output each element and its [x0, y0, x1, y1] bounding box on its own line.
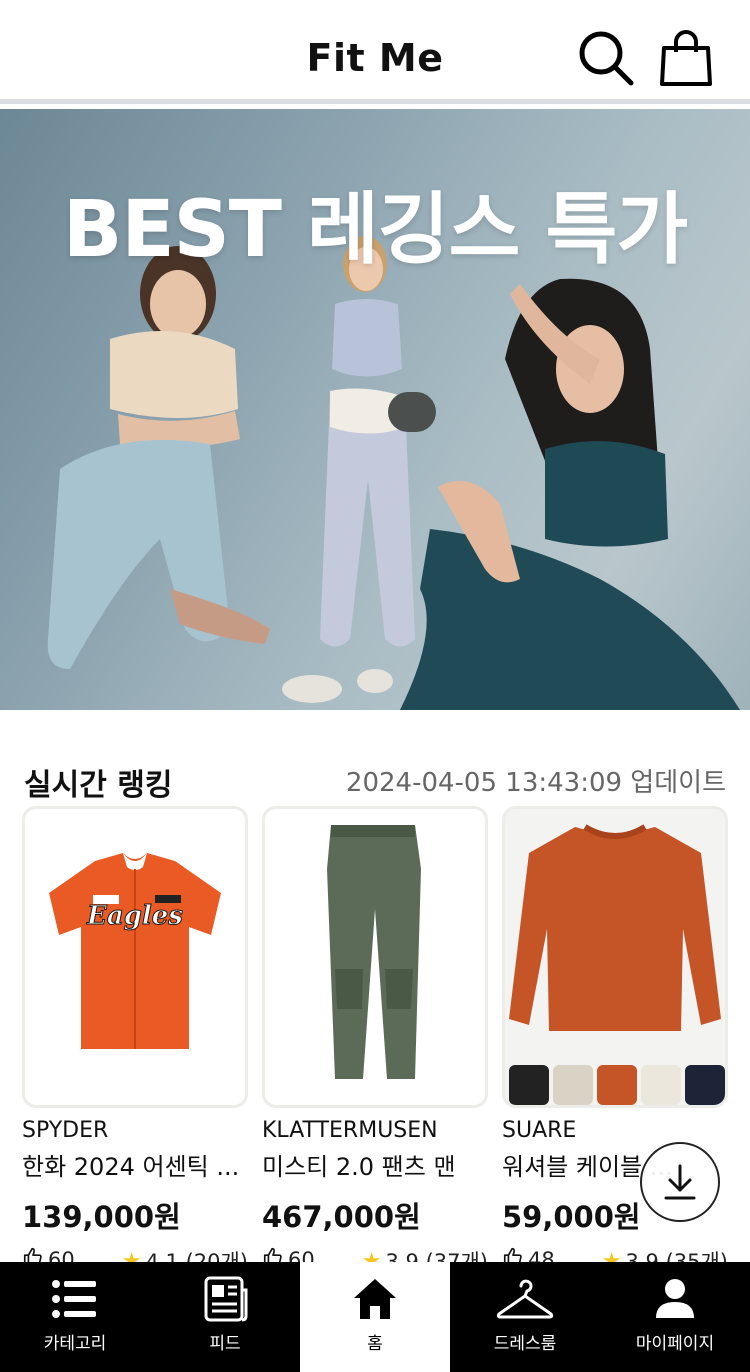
home-icon — [354, 1279, 396, 1319]
ranking-header: 실시간 랭킹 2024-04-05 13:43:09 업데이트 — [24, 760, 726, 803]
product-image-sweater[interactable] — [502, 806, 728, 1108]
product-card[interactable]: KLATTERMUSEN 미스티 2.0 팬츠 맨 467,000원 60 ★ … — [262, 806, 488, 1276]
banner-title: BEST 레깅스 특가 — [62, 185, 688, 275]
list-icon — [52, 1280, 96, 1318]
svg-text:Eagles: Eagles — [86, 901, 183, 931]
product-image-jersey[interactable]: Eagles — [22, 806, 248, 1108]
nav-item-category[interactable]: 카테고리 — [0, 1262, 150, 1372]
search-icon[interactable] — [576, 28, 636, 88]
download-button[interactable] — [640, 1142, 720, 1222]
product-image-pants[interactable] — [262, 806, 488, 1108]
nav-item-dressroom[interactable]: 드레스룸 — [450, 1262, 600, 1372]
product-card[interactable]: Eagles SPYDER 한화 2024 어센틱 ... 139,000원 6… — [22, 806, 248, 1276]
hanger-icon — [496, 1279, 554, 1319]
download-icon — [664, 1164, 696, 1200]
nav-item-home[interactable]: 홈 — [300, 1262, 450, 1372]
promo-banner[interactable]: BEST 레깅스 특가 — [0, 109, 750, 710]
newspaper-icon — [204, 1276, 248, 1322]
bottom-navigation: 카테고리 피드 홈 드레스룸 마이페이지 — [0, 1262, 750, 1372]
app-header: Fit Me — [0, 0, 750, 104]
shopping-bag-icon[interactable] — [656, 28, 716, 88]
product-brand: SUARE — [502, 1118, 577, 1143]
nav-label: 홈 — [367, 1334, 383, 1354]
nav-item-mypage[interactable]: 마이페이지 — [600, 1262, 750, 1372]
user-icon — [656, 1279, 694, 1318]
nav-item-feed[interactable]: 피드 — [150, 1262, 300, 1372]
product-brand: KLATTERMUSEN — [262, 1118, 438, 1143]
nav-label: 마이페이지 — [635, 1334, 715, 1354]
ranking-title: 실시간 랭킹 — [24, 768, 173, 803]
product-name: 한화 2024 어센틱 ... — [22, 1153, 240, 1181]
product-brand: SPYDER — [22, 1118, 109, 1143]
product-price: 467,000원 — [262, 1200, 421, 1234]
product-name: 미스티 2.0 팬츠 맨 — [262, 1153, 456, 1181]
app-logo[interactable]: Fit Me — [0, 36, 750, 80]
ranking-updated-time: 2024-04-05 13:43:09 업데이트 — [345, 768, 726, 798]
nav-label: 드레스룸 — [493, 1334, 557, 1354]
product-price: 139,000원 — [22, 1200, 181, 1234]
nav-label: 피드 — [209, 1334, 241, 1354]
nav-label: 카테고리 — [43, 1334, 107, 1354]
